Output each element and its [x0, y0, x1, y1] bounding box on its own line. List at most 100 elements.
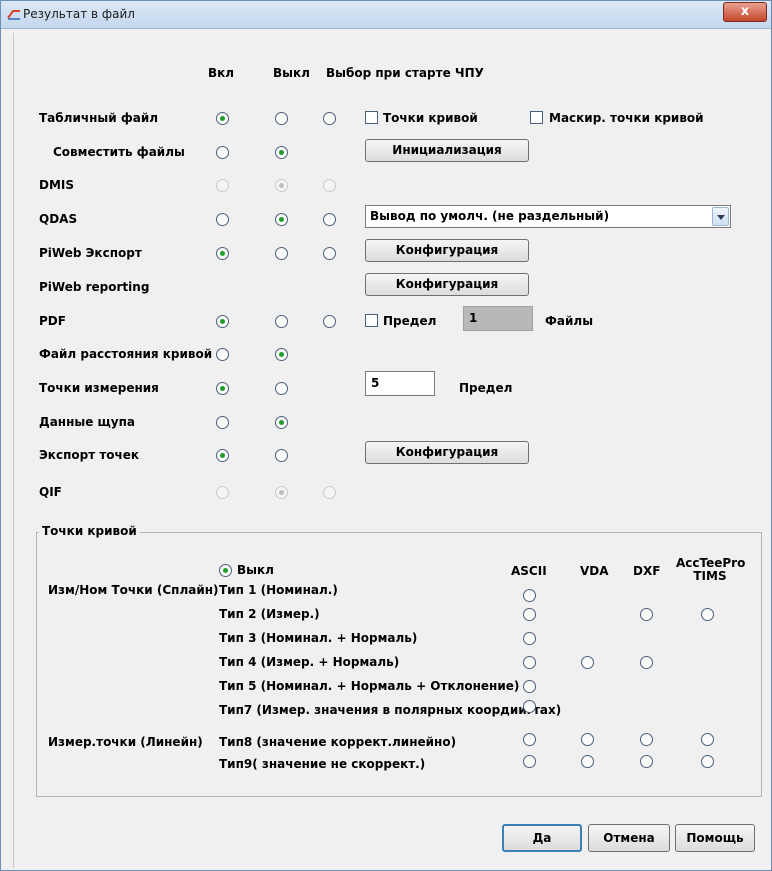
type-8-label: Тип8 (значение коррект.линейно) [219, 735, 457, 749]
chevron-down-icon[interactable] [712, 207, 729, 226]
merge-files-label: Совместить файлы [53, 145, 185, 159]
close-button[interactable]: x [723, 2, 767, 22]
type-8-vda-radio[interactable] [581, 733, 594, 746]
pdf-choice-radio[interactable] [323, 315, 336, 328]
type-8-acc-radio[interactable] [701, 733, 714, 746]
pdf-limit-checkbox[interactable] [365, 314, 378, 327]
merge-files-off-radio[interactable] [275, 146, 288, 159]
qdas-output-select[interactable]: Вывод по умолч. (не раздельный) [365, 205, 731, 228]
pdf-files-label: Файлы [545, 314, 594, 328]
curve-distance-on-radio[interactable] [216, 348, 229, 361]
qif-on-radio[interactable] [216, 486, 229, 499]
dialog-window: Результат в файл x Вкл Выкл Выбор при ст… [0, 0, 772, 871]
piweb-export-choice-radio[interactable] [323, 247, 336, 260]
cancel-button[interactable]: Отмена [588, 824, 670, 852]
curve-off-label: Выкл [237, 563, 274, 577]
probe-data-off-radio[interactable] [275, 416, 288, 429]
column-off: Выкл [273, 66, 310, 80]
type-8-ascii-radio[interactable] [523, 733, 536, 746]
measure-points-off-radio[interactable] [275, 382, 288, 395]
col-vda-header: VDA [580, 564, 609, 578]
type-1-label: Тип 1 (Номинал.) [219, 583, 338, 597]
piweb-reporting-label: PiWeb reporting [39, 280, 150, 294]
title-bar[interactable]: Результат в файл x [1, 1, 771, 29]
dmis-on-radio[interactable] [216, 179, 229, 192]
type-4-vda-radio[interactable] [581, 656, 594, 669]
measure-points-label: Точки измерения [39, 381, 159, 395]
type-5-ascii-radio[interactable] [523, 680, 536, 693]
type-5-label: Тип 5 (Номинал. + Нормаль + Отклонение) [219, 679, 520, 693]
dmis-off-radio[interactable] [275, 179, 288, 192]
type-9-ascii-radio[interactable] [523, 755, 536, 768]
initialize-button[interactable]: Инициализация [365, 139, 529, 162]
type-3-label: Тип 3 (Номинал. + Нормаль) [219, 631, 418, 645]
table-file-on-radio[interactable] [216, 112, 229, 125]
pdf-on-radio[interactable] [216, 315, 229, 328]
table-file-off-radio[interactable] [275, 112, 288, 125]
export-points-config-button[interactable]: Конфигурация [365, 441, 529, 464]
linear-section-label: Измер.точки (Линейн) [48, 735, 203, 749]
col-acc-header: AccTeePro TIMS [676, 556, 746, 583]
curve-distance-off-radio[interactable] [275, 348, 288, 361]
type-4-dxf-radio[interactable] [640, 656, 653, 669]
curve-off-radio[interactable] [219, 564, 232, 577]
probe-data-on-radio[interactable] [216, 416, 229, 429]
column-choice: Выбор при старте ЧПУ [326, 66, 484, 80]
qif-choice-radio[interactable] [323, 486, 336, 499]
type-9-acc-radio[interactable] [701, 755, 714, 768]
type-4-ascii-radio[interactable] [523, 656, 536, 669]
table-file-label: Табличный файл [39, 111, 159, 125]
col-ascii-header: ASCII [511, 564, 547, 578]
dmis-choice-radio[interactable] [323, 179, 336, 192]
piweb-export-on-radio[interactable] [216, 247, 229, 260]
col-dxf-header: DXF [633, 564, 661, 578]
export-points-label: Экспорт точек [39, 448, 140, 462]
type-1-ascii-radio[interactable] [523, 589, 536, 602]
pdf-limit-label: Предел [383, 314, 437, 328]
piweb-export-off-radio[interactable] [275, 247, 288, 260]
curve-points-label: Точки кривой [383, 111, 478, 125]
type-7-ascii-radio[interactable] [523, 700, 536, 713]
qdas-on-radio[interactable] [216, 213, 229, 226]
type-2-dxf-radio[interactable] [640, 608, 653, 621]
curve-points-checkbox[interactable] [365, 111, 378, 124]
app-icon [7, 10, 20, 20]
type-2-ascii-radio[interactable] [523, 608, 536, 621]
export-points-on-radio[interactable] [216, 449, 229, 462]
type-4-label: Тип 4 (Измер. + Нормаль) [219, 655, 400, 669]
pdf-limit-input[interactable]: 1 [463, 306, 533, 331]
spline-section-label: Изм/Ном Точки (Сплайн) [48, 583, 219, 597]
export-points-off-radio[interactable] [275, 449, 288, 462]
measure-points-limit-input[interactable]: 5 [365, 371, 435, 396]
help-button[interactable]: Помощь [675, 824, 755, 852]
qdas-off-radio[interactable] [275, 213, 288, 226]
type-8-dxf-radio[interactable] [640, 733, 653, 746]
table-file-choice-radio[interactable] [323, 112, 336, 125]
qdas-output-value: Вывод по умолч. (не раздельный) [370, 209, 610, 223]
mask-curve-points-checkbox[interactable] [530, 111, 543, 124]
curve-points-group-title: Точки кривой [39, 524, 140, 538]
type-2-acc-radio[interactable] [701, 608, 714, 621]
column-on: Вкл [208, 66, 235, 80]
ok-button[interactable]: Да [502, 824, 582, 852]
type-9-label: Тип9( значение не скоррект.) [219, 757, 426, 771]
measure-points-on-radio[interactable] [216, 382, 229, 395]
type-7-label: Тип7 (Измер. значения в полярных коордии… [219, 703, 562, 717]
qif-off-radio[interactable] [275, 486, 288, 499]
merge-files-on-radio[interactable] [216, 146, 229, 159]
probe-data-label: Данные щупа [39, 415, 136, 429]
window-title: Результат в файл [23, 7, 135, 21]
piweb-export-label: PiWeb Экспорт [39, 246, 142, 260]
type-2-label: Тип 2 (Измер.) [219, 607, 320, 621]
curve-distance-file-label: Файл расстояния кривой [39, 347, 213, 361]
type-9-vda-radio[interactable] [581, 755, 594, 768]
measure-points-limit-label: Предел [459, 381, 513, 395]
qif-label: QIF [39, 485, 62, 499]
type-3-ascii-radio[interactable] [523, 632, 536, 645]
piweb-export-config-button[interactable]: Конфигурация [365, 239, 529, 262]
qdas-choice-radio[interactable] [323, 213, 336, 226]
mask-curve-points-label: Маскир. точки кривой [549, 111, 704, 125]
piweb-reporting-config-button[interactable]: Конфигурация [365, 273, 529, 296]
type-9-dxf-radio[interactable] [640, 755, 653, 768]
pdf-off-radio[interactable] [275, 315, 288, 328]
